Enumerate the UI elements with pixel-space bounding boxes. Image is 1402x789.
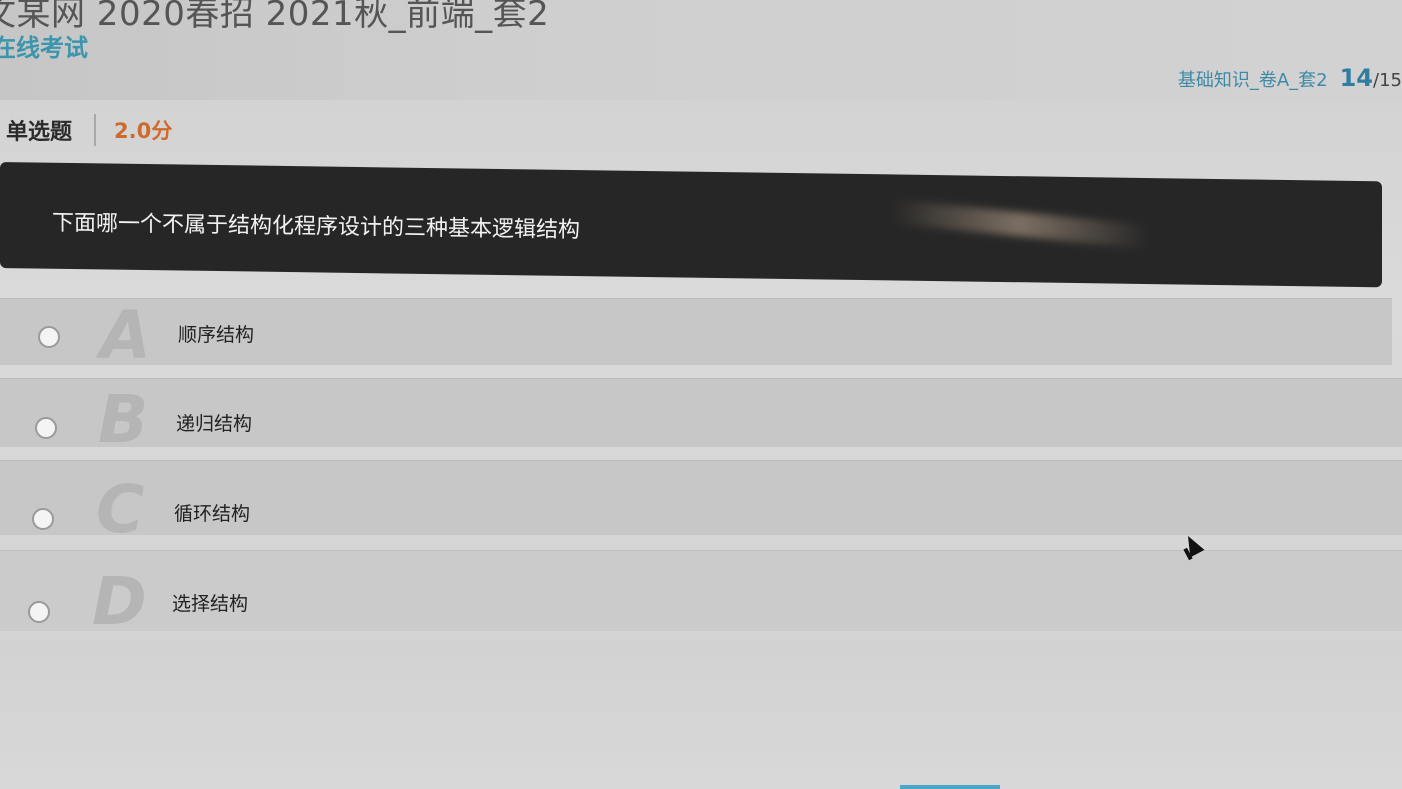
paper-info: 基础知识_卷A_套2 14 / 15 (1178, 64, 1402, 92)
radio-button-icon[interactable] (35, 417, 57, 439)
question-progress-total: 15 (1379, 70, 1402, 91)
header: 文某网 2020春招 2021秋_前端_套2 在线考试 基础知识_卷A_套2 1… (0, 0, 1402, 100)
question-type: 单选题 (6, 120, 73, 145)
option-text-c[interactable]: 循环结构 (174, 499, 250, 526)
option-b[interactable]: B 递归结构 (0, 378, 1402, 453)
option-d[interactable]: D 选择结构 (0, 550, 1402, 635)
option-text-a[interactable]: 顺序结构 (178, 320, 254, 347)
radio-button-icon[interactable] (38, 326, 60, 348)
footer-accent-bar (900, 785, 1000, 789)
radio-button-icon[interactable] (28, 601, 50, 623)
meta-divider (94, 114, 97, 146)
option-letter-c: C (96, 471, 145, 548)
option-text-d[interactable]: 选择结构 (172, 589, 248, 616)
option-letter-a: A (100, 297, 152, 374)
exam-page: 文某网 2020春招 2021秋_前端_套2 在线考试 基础知识_卷A_套2 1… (0, 0, 1402, 789)
paper-name: 基础知识_卷A_套2 (1177, 70, 1328, 91)
question-stem-box: 下面哪一个不属于结构化程序设计的三种基本逻辑结构 (0, 162, 1382, 288)
page-subtitle: 在线考试 (0, 34, 88, 62)
question-progress-current: 14 (1339, 64, 1374, 92)
option-text-b[interactable]: 递归结构 (176, 409, 252, 436)
question-score: 2.0分 (114, 119, 173, 143)
footer-area (0, 640, 1402, 789)
question-text: 下面哪一个不属于结构化程序设计的三种基本逻辑结构 (52, 210, 581, 244)
option-a[interactable]: A 顺序结构 (0, 298, 1392, 369)
screen-glare (889, 199, 1151, 250)
radio-button-icon[interactable] (32, 508, 54, 530)
option-letter-b: B (98, 381, 149, 458)
option-letter-d: D (92, 563, 147, 640)
option-c[interactable]: C 循环结构 (0, 460, 1402, 543)
question-meta: 单选题 2.0分 (6, 114, 172, 146)
